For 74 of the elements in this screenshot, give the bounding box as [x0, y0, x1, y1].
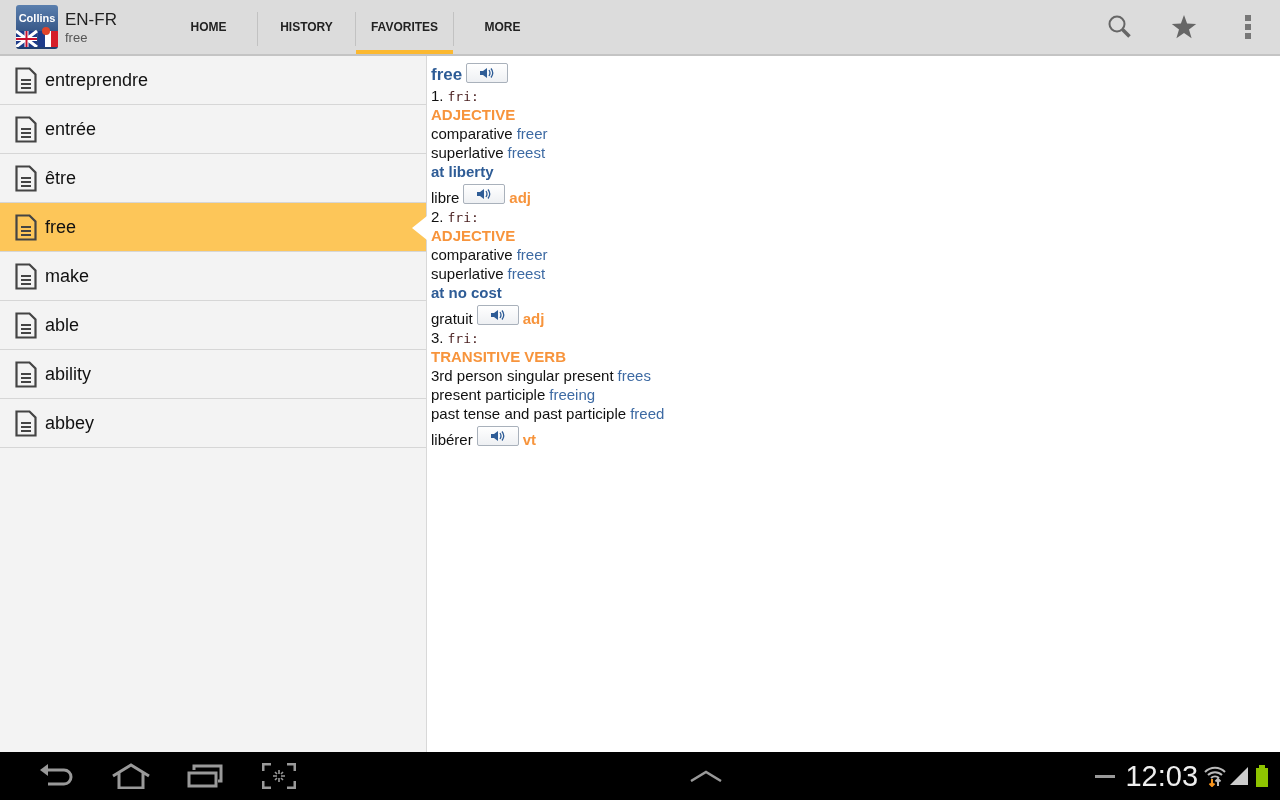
translation: libérer [431, 431, 473, 448]
part-of-speech: TRANSITIVE VERB [431, 348, 566, 365]
word-form: freest [507, 265, 546, 282]
chevron-up-icon [689, 770, 722, 782]
sense-number: 1. [431, 87, 444, 104]
part-of-speech: ADJECTIVE [431, 106, 516, 123]
document-icon [15, 213, 37, 241]
translation: gratuit [431, 310, 473, 327]
sense-number: 3. [431, 329, 444, 346]
menu-icon [1244, 15, 1252, 39]
form-label: comparative [431, 125, 513, 142]
nav-tab[interactable]: HISTORY [258, 0, 355, 54]
meaning-label: at no cost [431, 284, 502, 301]
sense-number: 2. [431, 208, 444, 225]
pronunciation: fri: [447, 210, 479, 225]
part-of-speech: vt [522, 431, 537, 448]
headword: free [431, 65, 463, 85]
clock: 12:03 [1125, 759, 1198, 793]
speaker-icon [476, 188, 493, 200]
home-icon [111, 763, 151, 789]
part-of-speech: adj [522, 310, 545, 327]
translation: libre [431, 189, 460, 206]
document-icon [15, 262, 37, 290]
word-row[interactable]: make [0, 252, 426, 301]
word-row[interactable]: entrée [0, 105, 426, 154]
speaker-icon [489, 430, 506, 442]
dash-icon [1095, 774, 1116, 778]
part-of-speech: ADJECTIVE [431, 227, 516, 244]
pronunciation: fri: [447, 331, 479, 346]
word-row[interactable]: able [0, 301, 426, 350]
speaker-icon [489, 309, 506, 321]
form-label: past tense and past participle [431, 405, 627, 422]
screenshot-icon [262, 763, 296, 789]
signal-icon [1230, 767, 1248, 785]
audio-button[interactable] [476, 305, 519, 325]
audio-button[interactable] [463, 184, 506, 204]
form-label: 3rd person singular present [431, 367, 614, 384]
part-of-speech: adj [509, 189, 532, 206]
app-logo: Collins [16, 5, 58, 49]
word-form: freeing [549, 386, 596, 403]
word-row[interactable]: free [0, 203, 426, 252]
search-icon [1107, 14, 1133, 40]
form-label: comparative [431, 246, 513, 263]
document-icon [15, 66, 37, 94]
star-icon [1171, 14, 1197, 40]
document-icon [15, 409, 37, 437]
word-form: frees [617, 367, 651, 384]
pronunciation: fri: [447, 89, 479, 104]
word-row[interactable]: entreprendre [0, 56, 426, 105]
document-icon [15, 311, 37, 339]
recent-apps-icon [187, 764, 223, 788]
battery-icon [1256, 765, 1268, 787]
nav-tab[interactable]: MORE [454, 0, 551, 54]
app-subtitle: free [65, 29, 89, 45]
nav-tab[interactable]: HOME [160, 0, 257, 54]
word-form: freest [507, 144, 546, 161]
form-label: superlative [431, 144, 504, 161]
word-row[interactable]: ability [0, 350, 426, 399]
speaker-icon [479, 67, 496, 79]
meaning-label: at liberty [431, 163, 494, 180]
document-icon [15, 164, 37, 192]
audio-button[interactable] [476, 426, 519, 446]
app-title: EN-FR [65, 9, 117, 30]
wifi-icon [1204, 765, 1226, 787]
word-row[interactable]: abbey [0, 399, 426, 448]
document-icon [15, 360, 37, 388]
word-form: freed [630, 405, 665, 422]
word-form: freer [516, 246, 548, 263]
word-form: freer [516, 125, 548, 142]
form-label: superlative [431, 265, 504, 282]
back-icon [40, 764, 74, 788]
document-icon [15, 115, 37, 143]
audio-button[interactable] [466, 63, 509, 83]
form-label: present participle [431, 386, 546, 403]
